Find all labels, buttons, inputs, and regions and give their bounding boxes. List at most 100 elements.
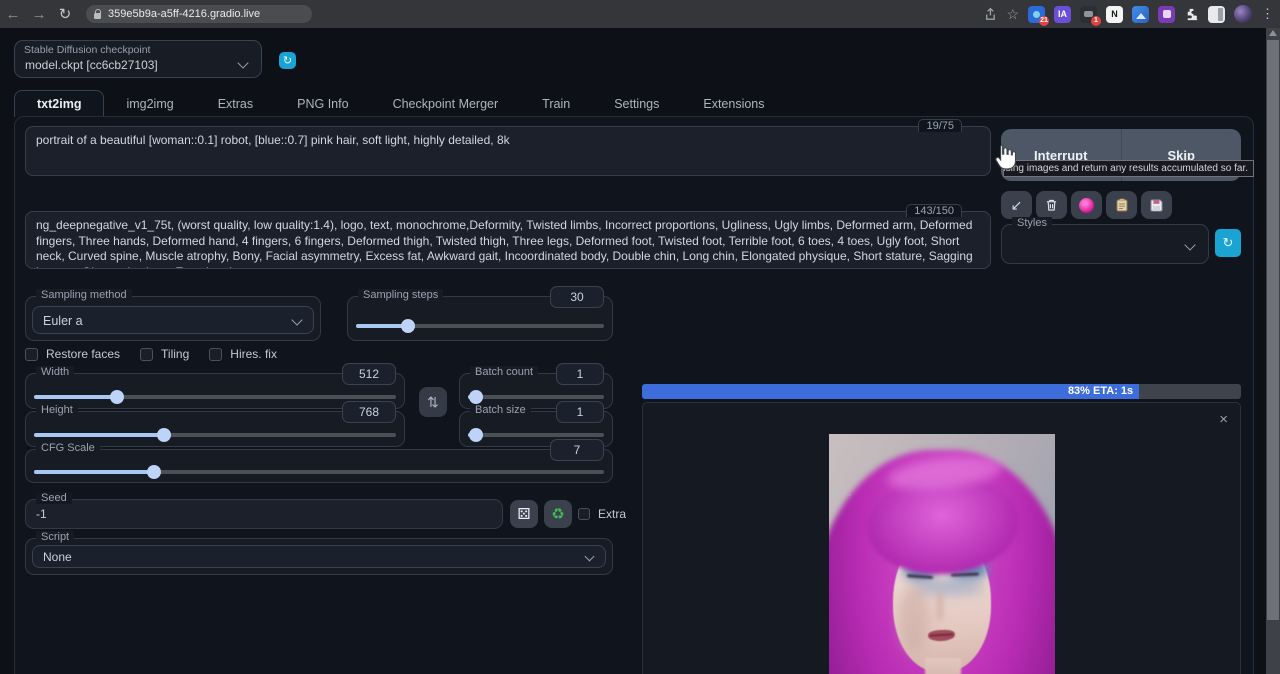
- top-tabs: txt2img img2img Extras PNG Info Checkpoi…: [14, 90, 787, 117]
- seed-extra-checkbox[interactable]: [578, 508, 590, 520]
- close-icon[interactable]: ×: [1219, 411, 1228, 428]
- reuse-seed-button[interactable]: ♻: [544, 500, 572, 528]
- extension-notion-icon[interactable]: N: [1106, 6, 1123, 23]
- txt2img-panel: 19/75 portrait of a beautiful [woman::0.…: [14, 116, 1254, 674]
- bookmark-star-icon[interactable]: ☆: [1006, 6, 1019, 23]
- styles-dropdown[interactable]: Styles: [1001, 224, 1209, 264]
- styles-refresh-button[interactable]: ↻: [1215, 229, 1241, 257]
- tiling-option[interactable]: Tiling: [140, 347, 189, 361]
- seed-extra-option[interactable]: Extra: [578, 507, 626, 521]
- batch-size-slider[interactable]: [468, 433, 604, 437]
- cfg-scale-value[interactable]: 7: [550, 439, 604, 461]
- extension-pin-badge: 21: [1039, 16, 1049, 26]
- seed-input[interactable]: -1: [36, 507, 47, 521]
- webui-page: Stable Diffusion checkpoint model.ckpt […: [0, 28, 1280, 674]
- interrupt-tooltip: Stop processing images and return any re…: [1003, 160, 1254, 177]
- sampling-method-label: Sampling method: [36, 289, 132, 301]
- image-detail: [899, 584, 929, 654]
- tab-settings[interactable]: Settings: [592, 90, 681, 117]
- tab-checkpoint-merger[interactable]: Checkpoint Merger: [371, 90, 521, 117]
- extension-camera-badge: 1: [1091, 16, 1101, 26]
- batch-count-value[interactable]: 1: [556, 363, 604, 385]
- chevron-down-icon: [1184, 239, 1195, 250]
- swap-dimensions-button[interactable]: ⇅: [419, 387, 447, 417]
- page-scrollbar[interactable]: [1266, 28, 1280, 674]
- back-icon[interactable]: ←: [0, 6, 26, 23]
- extra-networks-icon: [1079, 198, 1094, 213]
- progress-label: 83% ETA: 1s: [1068, 385, 1133, 397]
- tab-train[interactable]: Train: [520, 90, 592, 117]
- chevron-down-icon: [291, 314, 302, 325]
- reload-icon[interactable]: ↻: [52, 5, 78, 23]
- tab-img2img[interactable]: img2img: [104, 90, 195, 117]
- chevron-down-icon: [585, 552, 595, 562]
- sampling-method-group: Sampling method Euler a: [25, 296, 321, 341]
- sampling-steps-slider[interactable]: [356, 324, 604, 328]
- clipboard-icon: [1116, 198, 1128, 212]
- address-bar[interactable]: 359e5b9a-a5ff-4216.gradio.live: [86, 5, 312, 23]
- lock-icon: [94, 13, 101, 19]
- extra-networks-button[interactable]: [1071, 191, 1102, 219]
- tab-extras[interactable]: Extras: [196, 90, 275, 117]
- progress-fill: 83% ETA: 1s: [642, 384, 1139, 399]
- output-gallery: ×: [642, 402, 1241, 674]
- height-slider[interactable]: [34, 433, 396, 437]
- extension-pin-icon[interactable]: 21: [1028, 6, 1045, 23]
- extension-office-icon[interactable]: [1158, 6, 1175, 23]
- random-seed-button[interactable]: ⚄: [510, 500, 538, 528]
- screenshot-root: ← → ↻ 359e5b9a-a5ff-4216.gradio.live ☆ 2…: [0, 0, 1280, 674]
- seed-group: Seed -1: [25, 499, 503, 529]
- tab-png-info[interactable]: PNG Info: [275, 90, 370, 117]
- width-value[interactable]: 512: [342, 363, 396, 385]
- scrollbar-up-arrow[interactable]: [1269, 30, 1277, 36]
- hires-fix-checkbox[interactable]: [209, 348, 222, 361]
- extension-camera-icon[interactable]: 1: [1080, 6, 1097, 23]
- image-detail: [937, 592, 943, 620]
- width-label: Width: [36, 366, 74, 378]
- batch-count-slider[interactable]: [468, 395, 604, 399]
- generated-image[interactable]: [829, 434, 1055, 674]
- negative-prompt-input[interactable]: ng_deepnegative_v1_75t, (worst quality, …: [26, 212, 990, 268]
- extensions-puzzle-icon[interactable]: [1184, 7, 1199, 22]
- scrollbar-thumb[interactable]: [1267, 40, 1279, 620]
- apply-style-button[interactable]: [1106, 191, 1137, 219]
- checkpoint-refresh-button[interactable]: ↻: [279, 52, 296, 69]
- clear-prompt-button[interactable]: [1036, 191, 1067, 219]
- height-value[interactable]: 768: [342, 401, 396, 423]
- script-select[interactable]: None: [32, 545, 606, 568]
- tiling-checkbox[interactable]: [140, 348, 153, 361]
- sampling-steps-value[interactable]: 30: [550, 286, 604, 308]
- side-panel-icon[interactable]: [1208, 6, 1225, 23]
- browser-toolbar: ← → ↻ 359e5b9a-a5ff-4216.gradio.live ☆ 2…: [0, 0, 1280, 28]
- prompt-box: 19/75 portrait of a beautiful [woman::0.…: [25, 126, 991, 176]
- refresh-icon: ↻: [283, 54, 292, 67]
- profile-avatar[interactable]: [1234, 5, 1252, 23]
- extension-image-icon[interactable]: [1132, 6, 1149, 23]
- browser-menu-icon[interactable]: ⋮: [1261, 6, 1274, 22]
- checkpoint-dropdown[interactable]: Stable Diffusion checkpoint model.ckpt […: [14, 40, 262, 78]
- extension-ia-icon[interactable]: IA: [1054, 6, 1071, 23]
- width-slider[interactable]: [34, 395, 396, 399]
- share-icon[interactable]: [982, 7, 997, 22]
- script-label: Script: [36, 531, 74, 543]
- save-style-button[interactable]: [1141, 191, 1172, 219]
- paste-params-button[interactable]: ↙: [1001, 191, 1032, 219]
- sampling-steps-group: Sampling steps 30: [347, 296, 613, 341]
- cfg-scale-slider[interactable]: [34, 470, 604, 474]
- recycle-icon: ♻: [551, 505, 564, 523]
- hires-fix-option[interactable]: Hires. fix: [209, 347, 277, 361]
- forward-icon[interactable]: →: [26, 6, 52, 23]
- checkpoint-label: Stable Diffusion checkpoint: [24, 44, 150, 56]
- height-label: Height: [36, 404, 78, 416]
- refresh-icon: ↻: [1223, 235, 1234, 251]
- restore-faces-option[interactable]: Restore faces: [25, 347, 120, 361]
- restore-faces-checkbox[interactable]: [25, 348, 38, 361]
- sampling-steps-label: Sampling steps: [358, 289, 443, 301]
- seed-label: Seed: [36, 492, 72, 504]
- negative-prompt-token-counter: 143/150: [906, 204, 962, 217]
- batch-size-value[interactable]: 1: [556, 401, 604, 423]
- tab-txt2img[interactable]: txt2img: [14, 90, 104, 117]
- prompt-input[interactable]: portrait of a beautiful [woman::0.1] rob…: [26, 127, 990, 175]
- tab-extensions[interactable]: Extensions: [681, 90, 786, 117]
- sampling-method-select[interactable]: Euler a: [32, 306, 314, 334]
